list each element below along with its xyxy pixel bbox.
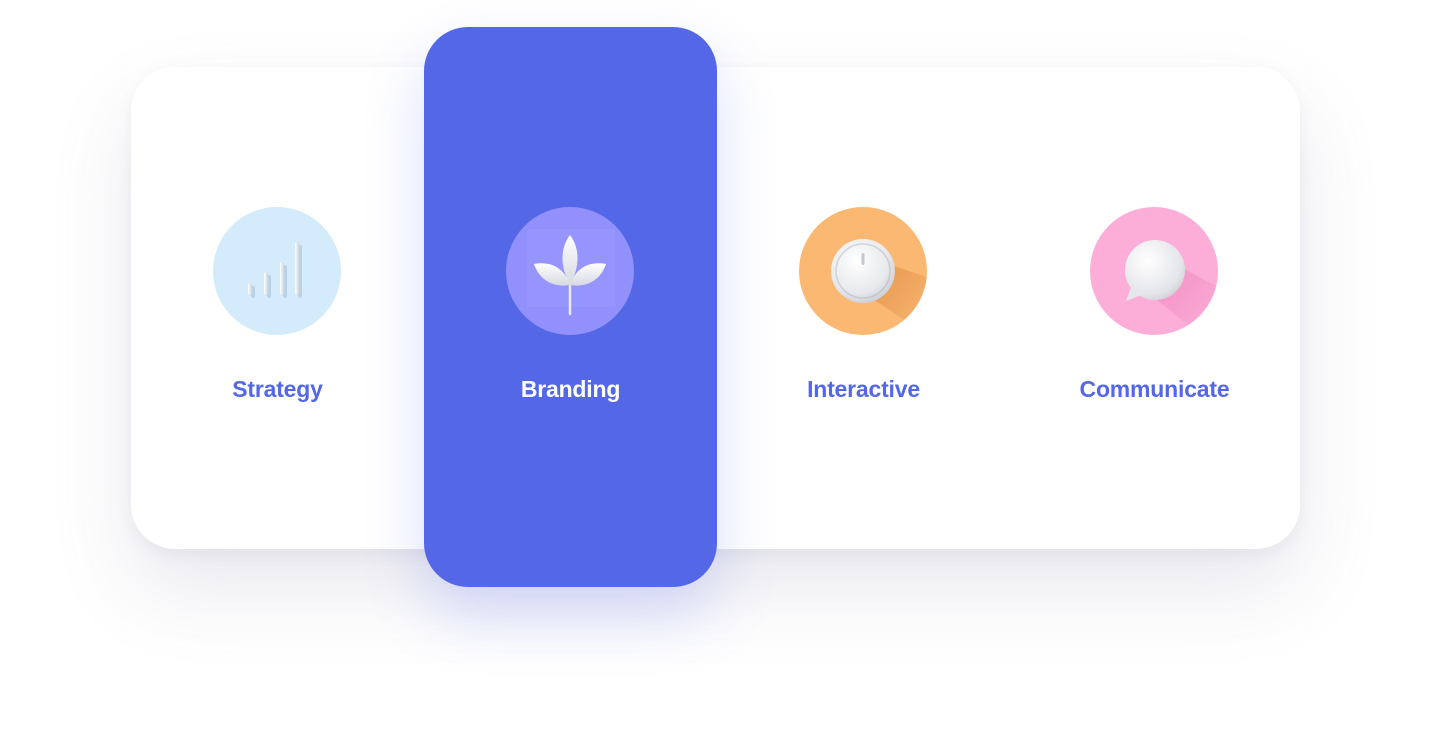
service-interactive[interactable]: Interactive <box>717 0 1010 742</box>
knob-icon <box>799 207 927 335</box>
service-branding[interactable]: Branding <box>424 0 717 742</box>
bar-chart-icon <box>213 207 341 335</box>
service-communicate[interactable]: Communicate <box>1008 0 1301 742</box>
service-label-branding: Branding <box>520 376 621 402</box>
service-label-interactive: Interactive <box>807 376 920 402</box>
service-label-strategy: Strategy <box>232 376 323 402</box>
chat-bubble-icon <box>1090 207 1218 335</box>
service-label-communicate: Communicate <box>1079 376 1230 402</box>
leaf-icon <box>506 207 634 335</box>
service-strategy[interactable]: Strategy <box>131 0 424 742</box>
services-showcase: Strategy Branding Interactive Communicat… <box>0 0 1432 742</box>
